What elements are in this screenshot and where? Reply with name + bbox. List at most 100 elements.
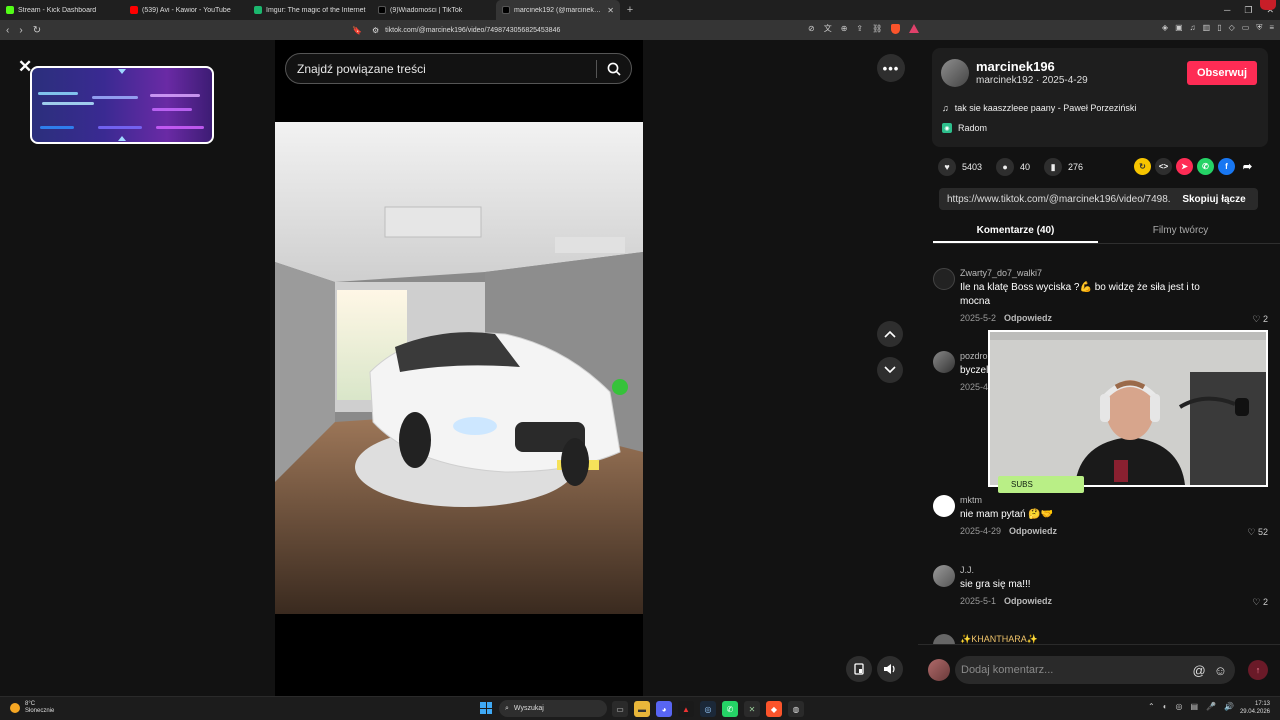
comment-username[interactable]: J.J. (960, 565, 974, 575)
new-tab-icon[interactable]: + (620, 4, 640, 16)
music-icon[interactable]: ♫ (1190, 23, 1196, 33)
brave-icon[interactable]: ◆ (766, 701, 782, 717)
location-link[interactable]: ◉ Radom (942, 123, 987, 133)
discord-icon[interactable]: ◕ (656, 701, 672, 717)
shield-icon[interactable]: ⛨ (1256, 23, 1262, 33)
comment-username[interactable]: ✨KHANTHARA✨ (960, 634, 1038, 644)
link-icon[interactable]: ⛓ (872, 24, 882, 33)
comment-like[interactable]: ♡ 2 (1252, 597, 1268, 608)
reload-icon[interactable]: ↻ (33, 25, 41, 36)
pip-button[interactable] (846, 656, 872, 682)
comment-avatar[interactable] (933, 495, 955, 517)
author-username[interactable]: marcinek196 (976, 59, 1055, 74)
tray-app-icon[interactable]: ◐ (1163, 702, 1168, 711)
no-translate-icon[interactable]: ⊘ (808, 24, 815, 33)
author-avatar[interactable] (941, 59, 969, 87)
menu-icon[interactable]: ≡ (1269, 23, 1274, 33)
comment-username[interactable]: pozdro (960, 351, 988, 361)
reply-button[interactable]: Odpowiedz (1004, 313, 1052, 323)
browser-tab-active[interactable]: marcinek192 (@marcinek19... ✕ (496, 0, 620, 20)
taskbar-search[interactable]: ⌕ Wyszukaj (499, 700, 607, 717)
tray-chevron-icon[interactable]: ⌃ (1148, 702, 1155, 711)
vpn-icon[interactable]: ◇ (1229, 23, 1235, 33)
minimize-icon[interactable]: ─ (1224, 5, 1230, 15)
microphone-icon[interactable]: 🎤 (1206, 702, 1216, 711)
music-link[interactable]: ♫ tak sie kaaszzleee paany - Paweł Porze… (942, 103, 1136, 113)
emoji-icon[interactable]: ☺ (1214, 663, 1227, 678)
volume-icon[interactable]: 🔊 (1224, 702, 1234, 711)
whatsapp-icon[interactable]: ✆ (722, 701, 738, 717)
previous-video-button[interactable] (877, 321, 903, 347)
extension-icon[interactable]: ◈ (1162, 23, 1168, 33)
volume-button[interactable] (877, 656, 903, 682)
zoom-icon[interactable]: ⊕ (841, 24, 848, 33)
tablet-icon[interactable]: ▯ (1217, 23, 1221, 33)
comment-avatar[interactable] (933, 565, 955, 587)
browser-tab[interactable]: Stream - Kick Dashboard (0, 0, 124, 20)
steam-icon[interactable]: ◎ (700, 701, 716, 717)
forward-icon[interactable]: › (19, 25, 22, 36)
tab-creator-videos[interactable]: Filmy twórcy (1098, 219, 1263, 243)
save-button[interactable]: ▮ 276 (1044, 158, 1083, 176)
share-icon[interactable]: ⇪ (856, 24, 863, 33)
whatsapp-icon[interactable]: ✆ (1197, 158, 1214, 175)
game-app-icon[interactable]: ▲ (678, 701, 694, 717)
comment-username[interactable]: mktm (960, 495, 982, 505)
reply-button[interactable]: Odpowiedz (1004, 596, 1052, 606)
search-input[interactable]: Znajdź powiązane treści (286, 62, 596, 76)
browser-tab[interactable]: (9)Wiadomości | TikTok (372, 0, 496, 20)
comment-meta: 2025-5-1 Odpowiedz (960, 596, 1053, 606)
reply-button[interactable]: Odpowiedz (1009, 526, 1057, 536)
weather-widget[interactable]: 8°C Słonecznie (10, 701, 54, 715)
repost-icon[interactable]: ↻ (1134, 158, 1151, 175)
sidebar-icon[interactable]: ▥ (1203, 23, 1211, 33)
comment-item: mktm nie mam pytań 🤔🤝 2025-4-29 Odpowied… (933, 495, 1268, 545)
copy-link-button[interactable]: Skopiuj łącze (1170, 194, 1258, 205)
video-frame[interactable] (275, 122, 643, 614)
brave-rewards-icon[interactable] (909, 24, 920, 33)
mention-icon[interactable]: @ (1193, 663, 1206, 678)
tray-network-icon[interactable]: ▤ (1191, 702, 1199, 711)
bookmark-icon[interactable]: 🔖 (352, 26, 362, 35)
search-icon[interactable] (597, 62, 631, 76)
back-icon[interactable]: ‹ (6, 25, 9, 36)
comment-button[interactable]: ● 40 (996, 158, 1030, 176)
like-button[interactable]: ♥ 5403 (938, 158, 982, 176)
tray-steam-icon[interactable]: ◎ (1176, 702, 1183, 711)
wallet-icon[interactable]: ▭ (1242, 23, 1250, 33)
send-icon[interactable]: ➤ (1176, 158, 1193, 175)
task-view-icon[interactable]: ▭ (612, 701, 628, 717)
comment-like[interactable]: ♡ 2 (1252, 314, 1268, 325)
embed-icon[interactable]: <> (1155, 158, 1172, 175)
comment-composer: Dodaj komentarz... @ ☺ ↑ (918, 644, 1280, 696)
obs-icon[interactable]: ◍ (788, 701, 804, 717)
follow-button[interactable]: Obserwuj (1187, 61, 1257, 85)
brave-shield-icon[interactable] (891, 23, 901, 34)
comment-item: ✨KHANTHARA✨ (933, 634, 1268, 644)
tab-comments[interactable]: Komentarze (40) (933, 219, 1098, 243)
related-search-bar[interactable]: Znajdź powiązane treści (285, 53, 632, 84)
send-comment-button[interactable]: ↑ (1248, 660, 1268, 680)
xbox-icon[interactable]: ✕ (744, 701, 760, 717)
comment-avatar[interactable] (933, 268, 955, 290)
comment-username[interactable]: Zwarty7_do7_walki7 (960, 268, 1042, 278)
windows-start-icon[interactable] (480, 702, 492, 714)
browser-tab[interactable]: Imgur: The magic of the Internet (248, 0, 372, 20)
facebook-icon[interactable]: f (1218, 158, 1235, 175)
browser-tab[interactable]: (539) Avi - Kawior - YouTube (124, 0, 248, 20)
share-arrow-icon[interactable]: ➦ (1239, 158, 1256, 175)
screenshot-icon[interactable]: ▣ (1175, 23, 1183, 33)
restore-icon[interactable]: ❐ (1244, 5, 1252, 16)
file-explorer-icon[interactable]: ▬ (634, 701, 650, 717)
comment-item: Zwarty7_do7_walki7 Ile na klatę Boss wyc… (933, 268, 1268, 328)
comment-like[interactable]: ♡ 52 (1247, 527, 1268, 538)
comment-avatar[interactable] (933, 351, 955, 373)
site-settings-icon[interactable]: ⚙ (372, 26, 379, 35)
close-tab-icon[interactable]: ✕ (607, 6, 614, 15)
comment-input[interactable]: Dodaj komentarz... @ ☺ (955, 656, 1235, 684)
system-clock[interactable]: 17:13 29.04.2026 (1240, 700, 1270, 716)
more-options-button[interactable]: ••• (877, 54, 905, 82)
comment-avatar[interactable] (933, 634, 955, 644)
translate-icon[interactable]: 文 (824, 23, 832, 34)
next-video-button[interactable] (877, 357, 903, 383)
